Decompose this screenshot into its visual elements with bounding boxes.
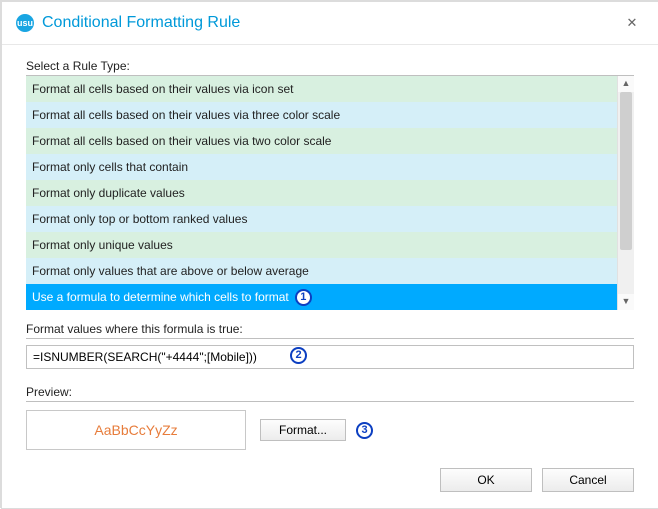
preview-label: Preview: [26,381,634,402]
dialog-footer: OK Cancel [440,468,634,492]
rule-type-option[interactable]: Format only unique values [26,232,618,258]
close-icon[interactable]: ✕ [620,11,644,35]
rule-type-listbox: Format all cells based on their values v… [26,76,634,310]
window-title: Conditional Formatting Rule [42,14,620,32]
rule-type-option[interactable]: Format only top or bottom ranked values [26,206,618,232]
scroll-up-icon[interactable]: ▲ [618,76,634,92]
callout-badge-2: 2 [290,347,307,364]
app-icon: usu [16,14,34,32]
preview-swatch: AaBbCcYyZz [26,410,246,450]
rule-type-scrollbar[interactable]: ▲ ▼ [617,76,634,310]
format-button[interactable]: Format... [260,419,346,441]
scroll-down-icon[interactable]: ▼ [618,294,634,310]
rule-type-option-label: Use a formula to determine which cells t… [32,284,289,310]
formula-input[interactable] [26,345,634,369]
callout-badge-3: 3 [356,422,373,439]
rule-type-option-selected[interactable]: Use a formula to determine which cells t… [26,284,618,310]
callout-badge-1: 1 [295,289,312,306]
rule-type-option[interactable]: Format all cells based on their values v… [26,128,618,154]
select-rule-type-label: Select a Rule Type: [26,55,634,76]
rule-type-option[interactable]: Format only duplicate values [26,180,618,206]
rule-type-option[interactable]: Format only cells that contain [26,154,618,180]
ok-button[interactable]: OK [440,468,532,492]
rule-type-option[interactable]: Format all cells based on their values v… [26,76,618,102]
scroll-thumb[interactable] [620,92,632,250]
rule-type-option[interactable]: Format only values that are above or bel… [26,258,618,284]
formula-label: Format values where this formula is true… [26,318,634,339]
cancel-button[interactable]: Cancel [542,468,634,492]
rule-type-option[interactable]: Format all cells based on their values v… [26,102,618,128]
titlebar: usu Conditional Formatting Rule ✕ [2,2,658,45]
